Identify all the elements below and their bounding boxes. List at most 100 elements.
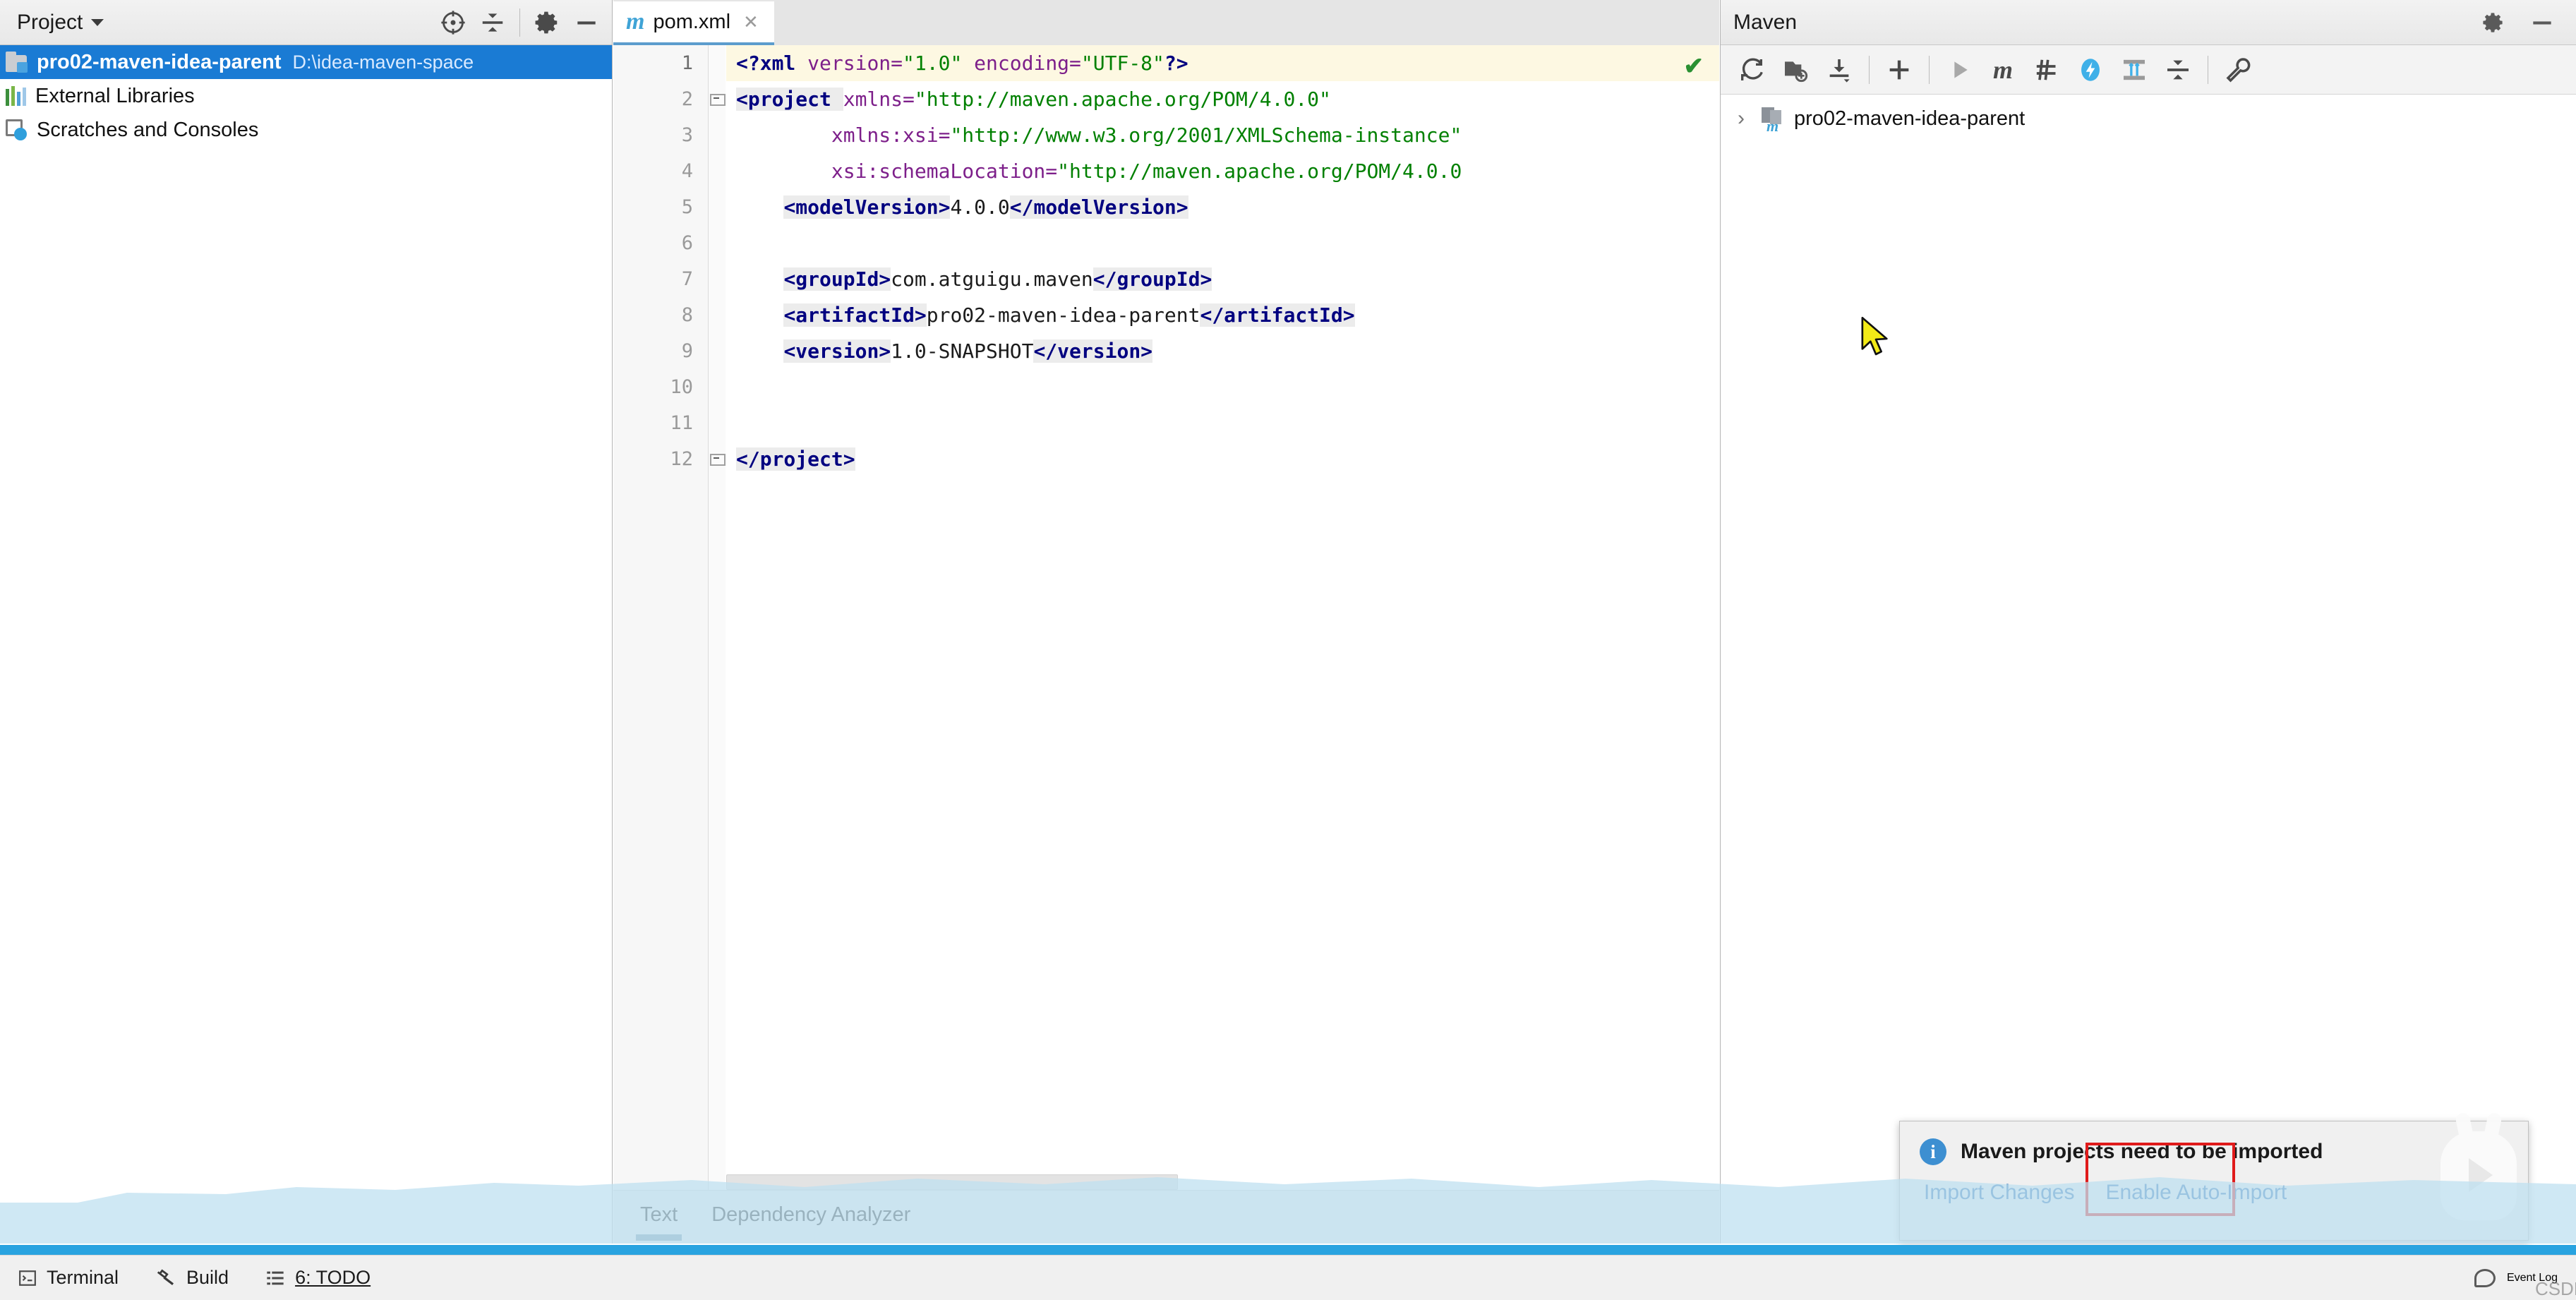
notification-title: Maven projects need to be imported <box>1961 1140 2323 1163</box>
code-token: pro02-maven-idea-parent <box>926 303 1200 327</box>
status-terminal-label: Terminal <box>47 1267 119 1288</box>
project-panel-header: Project <box>0 0 612 45</box>
code-line[interactable]: xmlns:xsi="http://www.w3.org/2001/XMLSch… <box>726 117 1719 153</box>
code-token: </modelVersion> <box>1009 195 1188 219</box>
reload-all-maven-projects-icon[interactable] <box>1732 50 1771 90</box>
close-icon[interactable]: ✕ <box>743 11 759 33</box>
code-line[interactable]: <artifactId>pro02-maven-idea-parent</art… <box>726 297 1719 333</box>
code-token: com.atguigu.maven <box>891 267 1093 291</box>
tab-dependency-analyzer[interactable]: Dependency Analyzer <box>711 1203 910 1231</box>
project-tree-item-scratches[interactable]: Scratches and Consoles <box>0 113 612 147</box>
status-build-label: Build <box>186 1267 229 1288</box>
code-text-area[interactable]: <?xml version="1.0" encoding="UTF-8"?> <p… <box>726 45 1719 1244</box>
maven-m-icon: m <box>626 8 645 35</box>
code-line[interactable]: <groupId>com.atguigu.maven</groupId> <box>726 261 1719 297</box>
code-token: <artifactId> <box>783 303 927 327</box>
code-token: <?xml <box>736 52 808 75</box>
code-line[interactable]: <project xmlns="http://maven.apache.org/… <box>726 81 1719 117</box>
editor-area: m pom.xml ✕ 1 2 3 4 5 6 7 8 9 10 11 12 <?xml versio… <box>613 0 1719 1244</box>
notification-title-row: i Maven projects need to be imported <box>1920 1138 2508 1165</box>
editor-horizontal-scrollbar[interactable] <box>726 1174 1178 1190</box>
code-token: "http://maven.apache.org/POM/4.0.0" <box>914 88 1331 111</box>
code-token: xsi:schemaLocation= <box>831 160 1058 183</box>
maven-tree-item-parent[interactable]: › m pro02-maven-idea-parent <box>1721 100 2576 137</box>
fold-toggle-icon[interactable] <box>710 451 726 466</box>
code-token: encoding= <box>974 52 1081 75</box>
fold-toggle-icon[interactable] <box>710 91 726 106</box>
editor-tab-label: pom.xml <box>653 10 731 33</box>
code-line[interactable]: <modelVersion>4.0.0</modelVersion> <box>726 189 1719 225</box>
editor-tab-strip: m pom.xml ✕ <box>613 0 1719 45</box>
line-number: 9 <box>681 340 693 362</box>
line-number: 12 <box>670 448 693 470</box>
maven-header-tools <box>2474 4 2560 41</box>
minimize-icon[interactable] <box>2524 4 2560 41</box>
execute-maven-goal-icon[interactable]: m <box>1983 50 2023 90</box>
toggle-offline-mode-icon[interactable] <box>2071 50 2110 90</box>
run-icon[interactable] <box>1939 50 1979 90</box>
toolbar-divider <box>1869 55 1870 84</box>
code-editor[interactable]: 1 2 3 4 5 6 7 8 9 10 11 12 <?xml version="1.0" enco… <box>613 45 1719 1244</box>
notification-actions: Import Changes Enable Auto-Import <box>1920 1181 2508 1205</box>
add-maven-project-icon[interactable] <box>1879 50 1919 90</box>
gear-icon[interactable] <box>2474 4 2511 41</box>
line-number: 2 <box>681 88 693 110</box>
minimize-icon[interactable] <box>568 4 605 41</box>
toggle-skip-tests-icon[interactable] <box>2027 50 2066 90</box>
toolbar-divider <box>1929 55 1930 84</box>
event-log-icon[interactable] <box>2474 1268 2496 1287</box>
editor-tab-pom-xml[interactable]: m pom.xml ✕ <box>613 1 774 45</box>
line-number: 7 <box>681 268 693 290</box>
locate-target-icon[interactable] <box>435 4 471 41</box>
maven-import-notification: i Maven projects need to be imported Imp… <box>1899 1121 2529 1241</box>
line-number: 10 <box>670 376 693 398</box>
import-changes-link[interactable]: Import Changes <box>1924 1181 2074 1205</box>
code-line[interactable]: <?xml version="1.0" encoding="UTF-8"?> <box>726 45 1719 81</box>
status-item-terminal[interactable]: Terminal <box>18 1267 119 1289</box>
code-token: </artifactId> <box>1200 303 1355 327</box>
generate-sources-icon[interactable] <box>1776 50 1815 90</box>
maven-settings-icon[interactable] <box>2218 50 2258 90</box>
collapse-all-icon[interactable] <box>2158 50 2198 90</box>
code-line[interactable] <box>726 369 1719 405</box>
code-token: 4.0.0 <box>950 195 1010 219</box>
line-number: 8 <box>681 304 693 326</box>
code-token: xmlns= <box>843 88 915 111</box>
project-title-dropdown[interactable]: Project <box>7 11 104 35</box>
status-item-todo[interactable]: 6: TODO <box>265 1267 371 1289</box>
project-folder-icon <box>6 52 30 73</box>
code-line[interactable]: xsi:schemaLocation="http://maven.apache.… <box>726 153 1719 189</box>
code-folding-column[interactable] <box>709 45 726 1244</box>
editor-bottom-tab-bar: Text Dependency Analyzer <box>613 1190 1719 1244</box>
maven-module-icon: m <box>1760 107 1784 134</box>
maven-panel-header: Maven <box>1721 0 2576 45</box>
project-root-path: D:\idea-maven-space <box>292 51 474 73</box>
project-tree-item-root[interactable]: pro02-maven-idea-parent D:\idea-maven-sp… <box>0 45 612 79</box>
code-line[interactable] <box>726 225 1719 261</box>
editor-vertical-scrollbar[interactable] <box>1690 45 1719 1244</box>
code-token: </groupId> <box>1093 267 1212 291</box>
project-panel-title: Project <box>17 10 83 34</box>
code-token: <groupId> <box>783 267 891 291</box>
show-dependencies-icon[interactable] <box>2114 50 2154 90</box>
enable-auto-import-link[interactable]: Enable Auto-Import <box>2105 1181 2287 1205</box>
code-line[interactable]: <version>1.0-SNAPSHOT</version> <box>726 333 1719 369</box>
project-tree-item-external-libraries[interactable]: External Libraries <box>0 79 612 113</box>
chevron-down-icon[interactable] <box>91 18 104 26</box>
watermark-label: CSDN @魔仙疙瘩 <box>2534 1277 2576 1299</box>
collapse-all-icon[interactable] <box>474 4 511 41</box>
download-sources-icon[interactable] <box>1819 50 1859 90</box>
code-token: "http://www.w3.org/2001/XMLSchema-instan… <box>950 124 1462 147</box>
code-line[interactable] <box>726 405 1719 441</box>
chevron-right-icon[interactable]: › <box>1732 107 1750 131</box>
tab-text[interactable]: Text <box>635 1203 682 1241</box>
code-token: "UTF-8" <box>1081 52 1164 75</box>
gear-icon[interactable] <box>529 4 565 41</box>
line-number: 6 <box>681 232 693 254</box>
status-item-build[interactable]: Build <box>155 1267 229 1289</box>
code-line[interactable]: </project> <box>726 441 1719 477</box>
